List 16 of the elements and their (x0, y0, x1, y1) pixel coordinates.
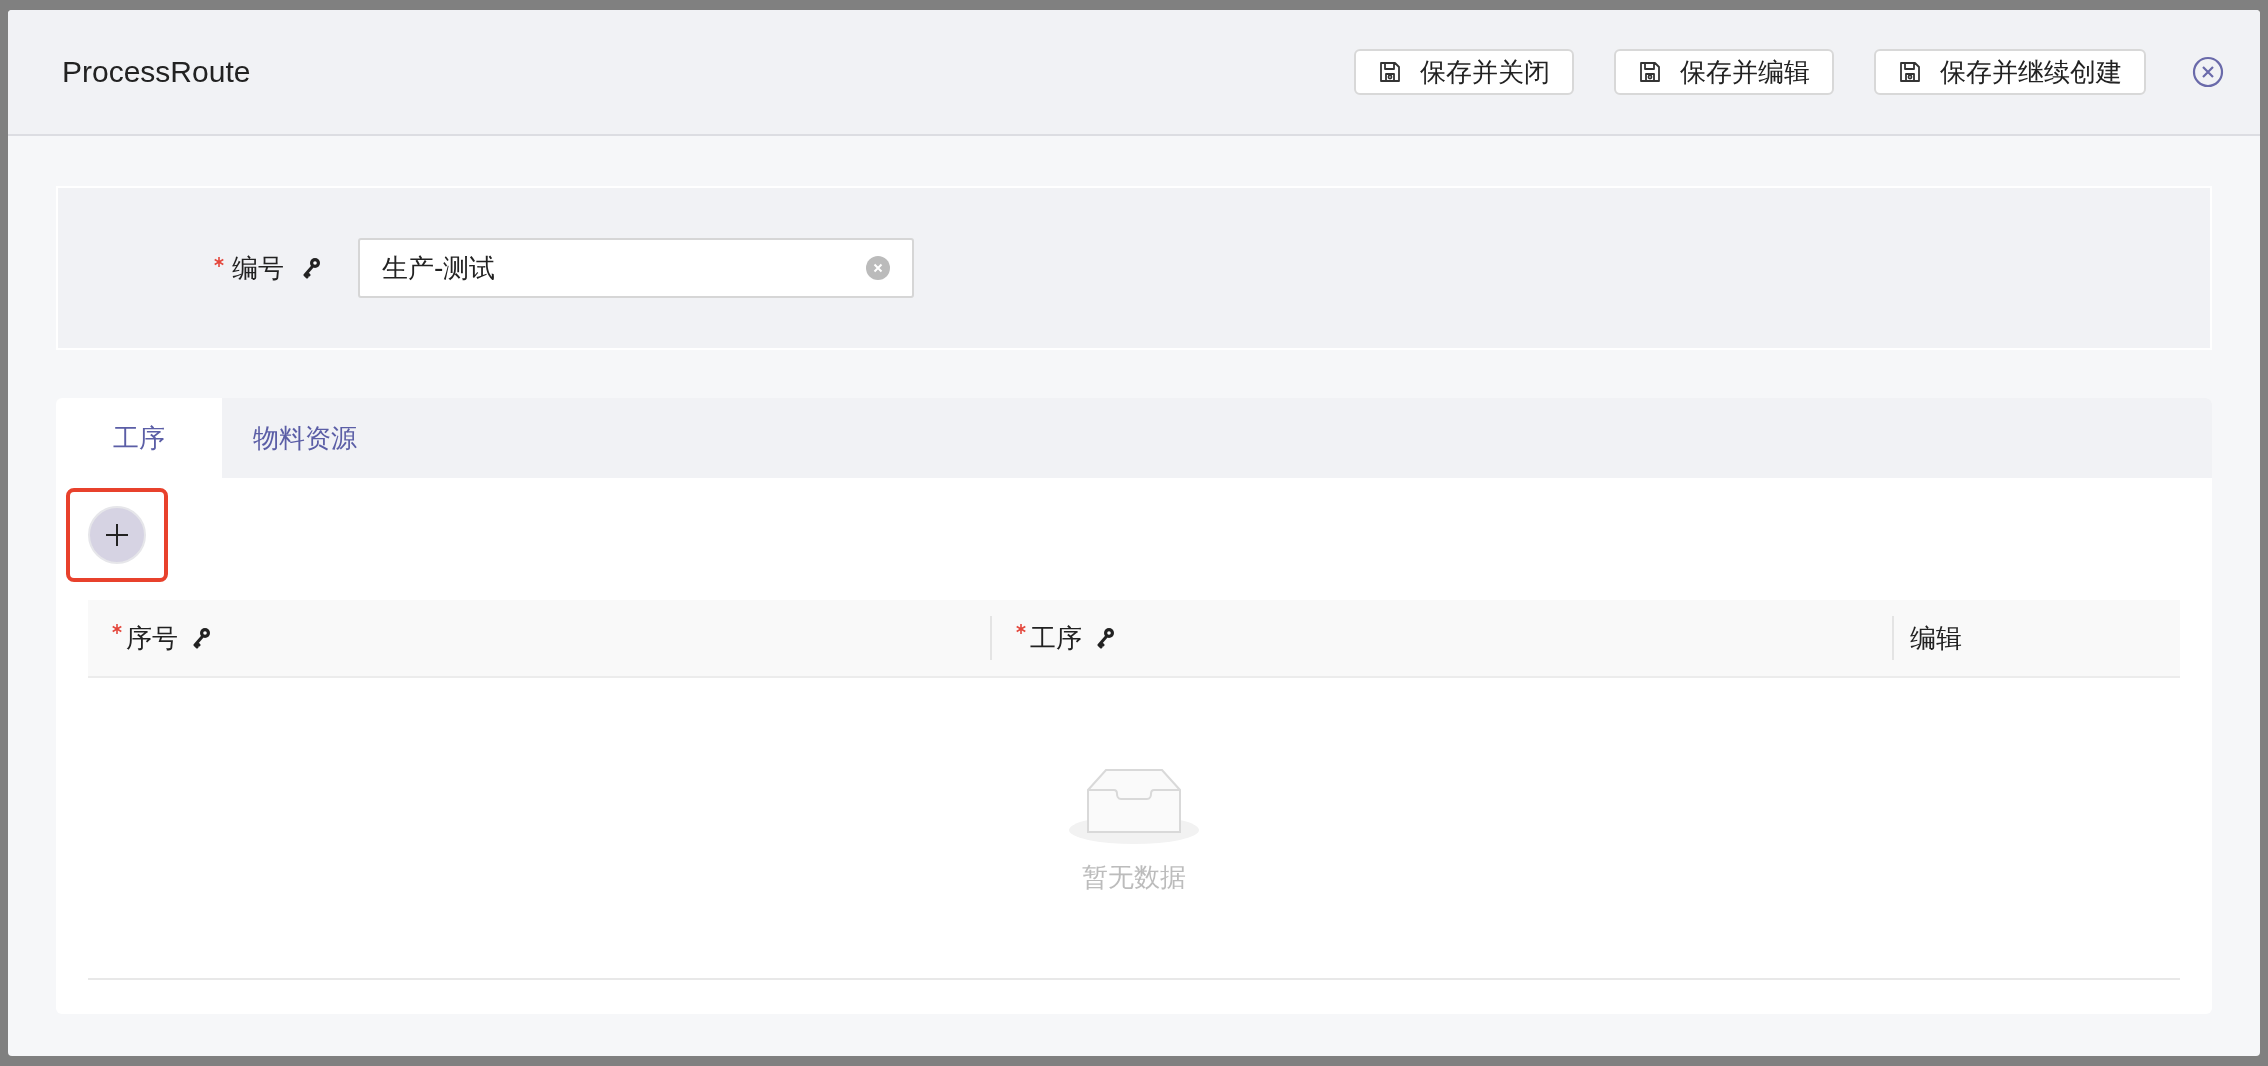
save-button[interactable]: 保存并继续创建 (1874, 49, 2146, 95)
save-button[interactable]: 保存并编辑 (1614, 49, 1834, 95)
input-field[interactable]: 生产-测试 (358, 238, 914, 298)
plus-icon (104, 522, 130, 548)
floppy-disk-icon (1638, 60, 1662, 84)
save-button[interactable]: 保存并关闭 (1354, 49, 1574, 95)
window-title: ProcessRoute (62, 55, 252, 89)
close-icon[interactable] (2192, 56, 2224, 88)
column-header: 序号 (126, 621, 178, 655)
floppy-disk-icon (1378, 60, 1402, 84)
column-header: 工序 (1030, 621, 1082, 655)
field-label: 编号 (232, 251, 284, 285)
empty-text: 暂无数据 (1082, 860, 1186, 894)
column-header: 编辑 (1910, 621, 1962, 655)
tab[interactable]: 工序 (56, 398, 222, 478)
floppy-disk-icon (1898, 60, 1922, 84)
